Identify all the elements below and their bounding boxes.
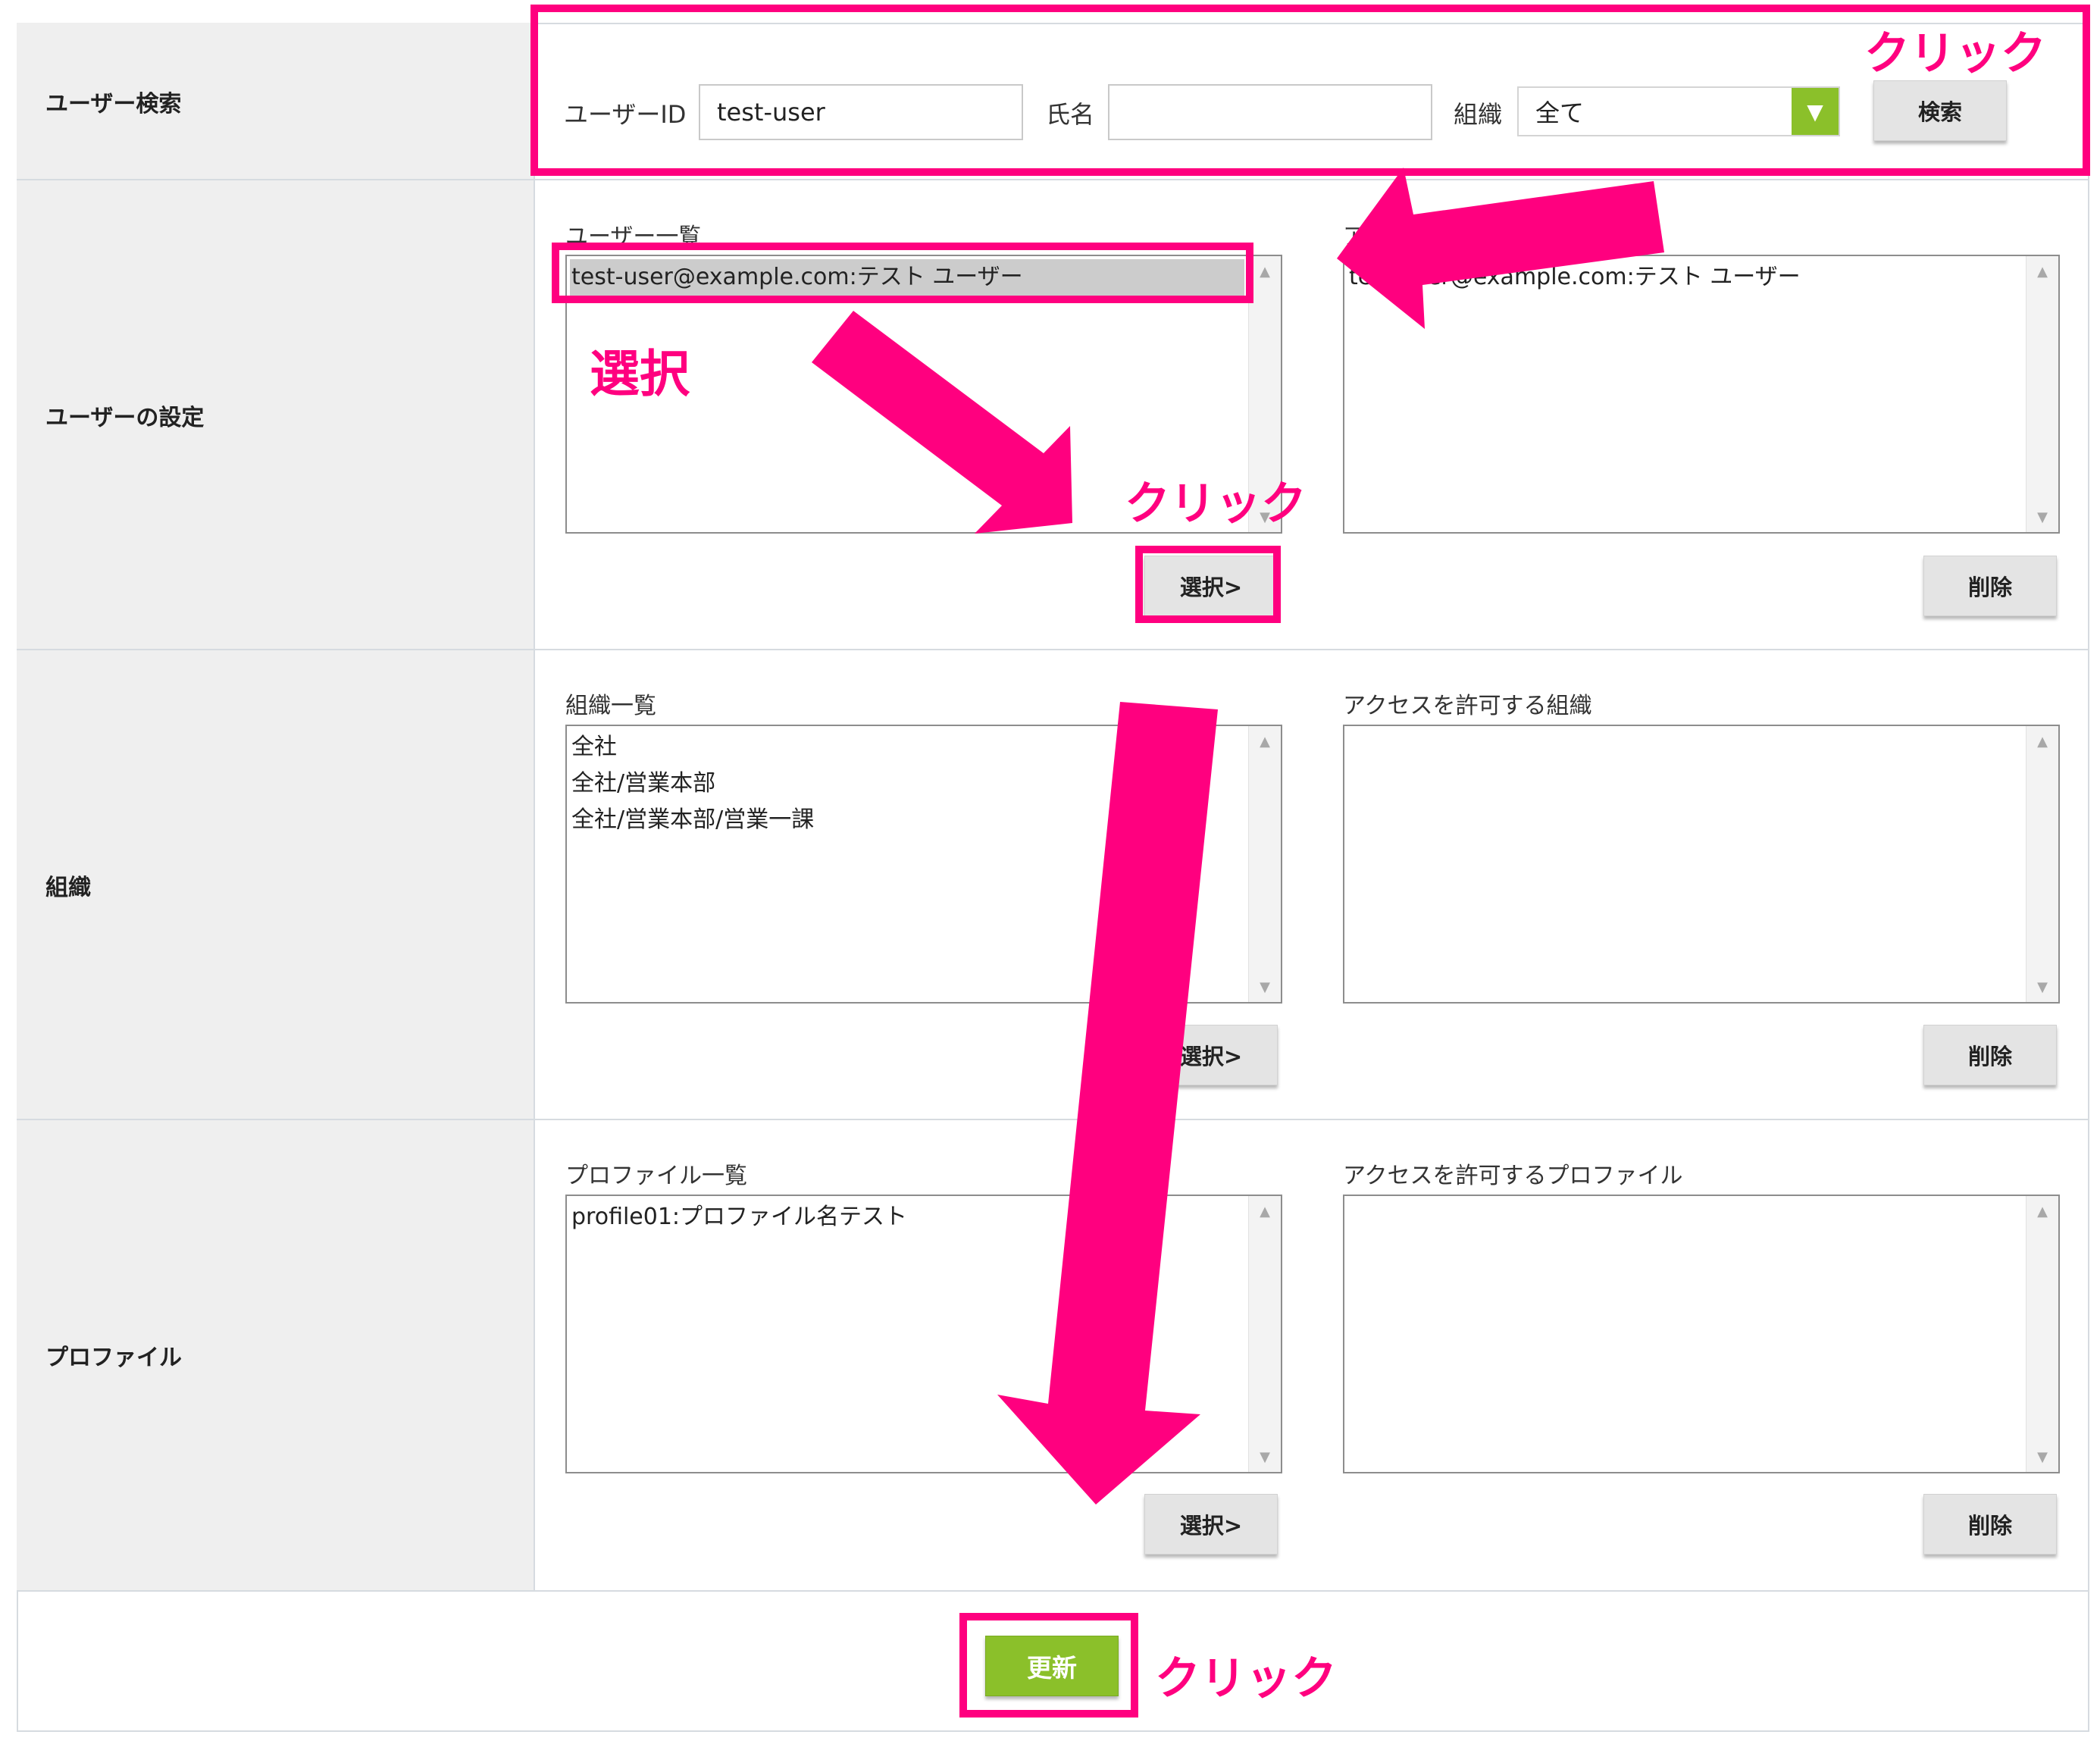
org-list-item[interactable]: 全社/営業本部/営業一課	[570, 802, 1244, 838]
row-label-user-search: ユーザー検索	[17, 23, 535, 180]
scroll-up-arrow-icon[interactable]: ▲	[2026, 1196, 2058, 1226]
org-filter-label: 組織	[1454, 100, 1503, 129]
allowed-user-list-item[interactable]: test-user@example.com:テスト ユーザー	[1347, 259, 2022, 296]
allowed-org-list-title: アクセスを許可する組織	[1343, 693, 1592, 719]
org-list-item[interactable]: 全社/営業本部	[570, 766, 1244, 802]
scroll-up-arrow-icon[interactable]: ▲	[2026, 726, 2058, 756]
allowed-profile-list-scrollbar[interactable]: ▲ ▼	[2026, 1196, 2058, 1472]
scroll-up-arrow-icon[interactable]: ▲	[1249, 1196, 1281, 1226]
search-button[interactable]: 検索	[1873, 80, 2007, 141]
allowed-user-list-title: ア	[1343, 224, 1366, 250]
user-list-item[interactable]: test-user@example.com:テスト ユーザー	[570, 259, 1244, 296]
scroll-up-arrow-icon[interactable]: ▲	[1249, 256, 1281, 287]
user-list-title: ユーザー一覧	[565, 224, 702, 250]
allowed-user-list-scrollbar[interactable]: ▲ ▼	[2026, 256, 2058, 532]
user-id-label: ユーザーID	[564, 100, 687, 129]
delete-user-button[interactable]: 削除	[1923, 556, 2057, 616]
allowed-profile-list[interactable]: ▲ ▼	[1343, 1195, 2060, 1473]
row-divider	[17, 1590, 2089, 1592]
user-list[interactable]: test-user@example.com:テスト ユーザー ▲ ▼	[565, 255, 1282, 534]
delete-org-button[interactable]: 削除	[1923, 1025, 2057, 1085]
org-list-item[interactable]: 全社	[570, 729, 1244, 766]
profile-list-item[interactable]: profile01:プロファイル名テスト	[570, 1199, 1244, 1235]
scroll-up-arrow-icon[interactable]: ▲	[1249, 726, 1281, 756]
scroll-down-arrow-icon[interactable]: ▼	[2026, 972, 2058, 1002]
allowed-profile-list-title: アクセスを許可するプロファイル	[1343, 1163, 1683, 1189]
scroll-down-arrow-icon[interactable]: ▼	[2026, 1442, 2058, 1472]
row-label-user-settings: ユーザーの設定	[17, 180, 535, 650]
org-filter-selected-value: 全て	[1535, 99, 1585, 127]
scroll-down-arrow-icon[interactable]: ▼	[1249, 502, 1281, 532]
scroll-down-arrow-icon[interactable]: ▼	[1249, 972, 1281, 1002]
select-profile-button[interactable]: 選択>	[1144, 1494, 1278, 1555]
user-list-scrollbar[interactable]: ▲ ▼	[1248, 256, 1281, 532]
delete-profile-button[interactable]: 削除	[1923, 1494, 2057, 1555]
org-list[interactable]: 全社 全社/営業本部 全社/営業本部/営業一課 ▲ ▼	[565, 725, 1282, 1004]
org-list-title: 組織一覧	[565, 693, 656, 719]
row-label-organization: 組織	[17, 650, 535, 1120]
chevron-down-icon[interactable]: ▼	[1792, 88, 1839, 135]
scroll-up-arrow-icon[interactable]: ▲	[2026, 256, 2058, 287]
profile-list-title: プロファイル一覧	[565, 1163, 747, 1189]
profile-list[interactable]: profile01:プロファイル名テスト ▲ ▼	[565, 1195, 1282, 1473]
profile-list-scrollbar[interactable]: ▲ ▼	[1248, 1196, 1281, 1472]
user-id-input[interactable]	[699, 84, 1023, 140]
name-label: 氏名	[1046, 100, 1095, 129]
org-list-scrollbar[interactable]: ▲ ▼	[1248, 726, 1281, 1002]
allowed-org-list-scrollbar[interactable]: ▲ ▼	[2026, 726, 2058, 1002]
name-input[interactable]	[1108, 84, 1432, 140]
org-filter-select[interactable]: 全て ▼	[1517, 86, 1840, 136]
select-org-button[interactable]: 選択>	[1144, 1025, 1278, 1085]
scroll-down-arrow-icon[interactable]: ▼	[2026, 502, 2058, 532]
row-label-profile: プロファイル	[17, 1120, 535, 1590]
allowed-user-list[interactable]: test-user@example.com:テスト ユーザー ▲ ▼	[1343, 255, 2060, 534]
scroll-down-arrow-icon[interactable]: ▼	[1249, 1442, 1281, 1472]
allowed-org-list[interactable]: ▲ ▼	[1343, 725, 2060, 1004]
update-button[interactable]: 更新	[985, 1636, 1119, 1696]
select-user-button[interactable]: 選択>	[1144, 556, 1278, 616]
